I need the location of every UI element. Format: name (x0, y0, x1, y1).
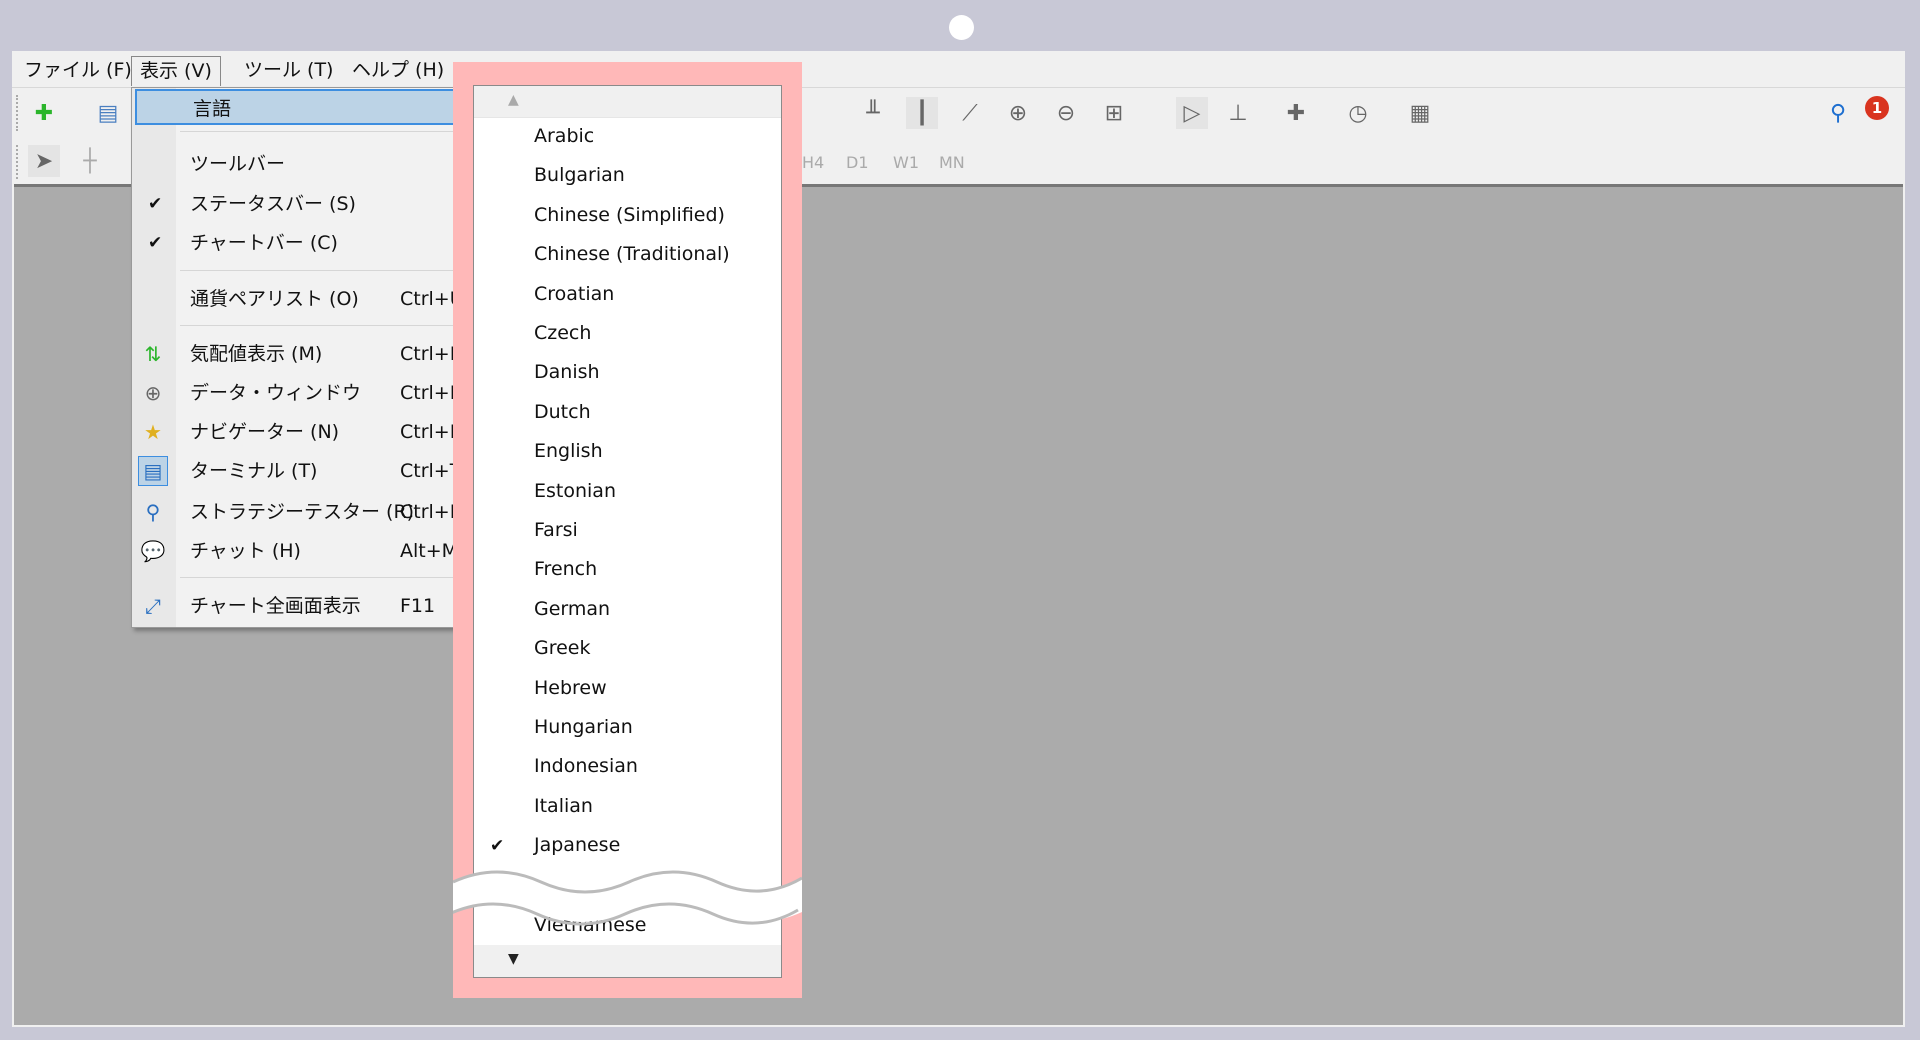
timeframe-mn[interactable]: MN (939, 153, 965, 172)
language-item-japanese[interactable]: Japanese (534, 834, 620, 856)
menu-item-fullscreen[interactable]: ⤢ チャート全画面表示 F11 (132, 588, 462, 624)
checkmark-icon: ✔ (490, 836, 505, 857)
camera-dot (949, 15, 974, 40)
language-item-italian[interactable]: Italian (534, 795, 593, 817)
search-icon[interactable]: ⚲ (1822, 97, 1854, 129)
language-item-dutch[interactable]: Dutch (534, 401, 591, 423)
menu-bar: ファイル (F) 表示 (V) ツール (T) ヘルプ (H) (12, 51, 1905, 88)
menu-item-data-window[interactable]: ⊕ データ・ウィンドウ Ctrl+D (132, 375, 465, 411)
toolbar-grip[interactable] (16, 145, 20, 179)
fullscreen-icon: ⤢ (145, 594, 161, 618)
navigator-star-icon: ★ (144, 420, 162, 444)
list-truncation-wave (453, 870, 802, 926)
indicators-icon[interactable]: ✚ (1280, 97, 1312, 129)
language-item-chinese-simplified[interactable]: Chinese (Simplified) (534, 204, 725, 226)
language-submenu: ▲ Arabic Bulgarian Chinese (Simplified) Chi… (473, 85, 782, 978)
checkmark-icon: ✔ (148, 194, 163, 214)
chat-icon: 💬 (140, 539, 166, 563)
zoom-out-icon[interactable]: ⊖ (1050, 97, 1082, 129)
scroll-down-button[interactable]: ▼ (474, 945, 781, 977)
arrow-up-icon: ▲ (508, 92, 519, 108)
language-item-french[interactable]: French (534, 558, 597, 580)
menu-file[interactable]: ファイル (F) (16, 56, 140, 86)
menu-item-navigator[interactable]: ★ ナビゲーター (N) Ctrl+N (132, 414, 464, 450)
new-chart-icon[interactable]: ✚ (28, 97, 60, 129)
menu-item-chart-bar[interactable]: ✔ チャートバー (C) (132, 225, 462, 261)
language-item-indonesian[interactable]: Indonesian (534, 755, 638, 777)
periods-clock-icon[interactable]: ◷ (1342, 97, 1374, 129)
timeframe-h4[interactable]: H4 (802, 153, 824, 172)
timeframe-w1[interactable]: W1 (893, 153, 919, 172)
zoom-in-icon[interactable]: ⊕ (1002, 97, 1034, 129)
crosshair-tool-icon[interactable]: ┼ (74, 145, 106, 177)
notification-badge[interactable]: 1 (1865, 96, 1889, 120)
tile-windows-icon[interactable]: ⊞ (1098, 97, 1130, 129)
language-item-bulgarian[interactable]: Bulgarian (534, 164, 625, 186)
language-item-croatian[interactable]: Croatian (534, 283, 614, 305)
terminal-icon: ▤ (138, 456, 168, 486)
market-watch-icon: ⇅ (144, 342, 162, 366)
crosshair-icon: ⊕ (144, 381, 162, 405)
candlestick-icon[interactable]: ┃ (906, 97, 938, 129)
language-item-german[interactable]: German (534, 598, 610, 620)
menu-view[interactable]: 表示 (V) (131, 56, 221, 86)
menu-tools[interactable]: ツール (T) (236, 56, 341, 86)
auto-scroll-icon[interactable]: ▷ (1176, 97, 1208, 129)
menu-item-strategy-tester[interactable]: ⚲ ストラテジーテスター (R) Ctrl+R (132, 494, 463, 530)
arrow-down-icon: ▼ (508, 951, 519, 967)
timeframe-d1[interactable]: D1 (846, 153, 869, 172)
language-item-english[interactable]: English (534, 440, 603, 462)
bar-chart-icon[interactable]: ╨ (857, 97, 889, 129)
toolbar-grip[interactable] (16, 95, 20, 131)
strategy-tester-icon: ⚲ (145, 500, 161, 524)
menu-help[interactable]: ヘルプ (H) (344, 56, 452, 86)
chart-shift-icon[interactable]: ⊥ (1222, 97, 1254, 129)
language-item-arabic[interactable]: Arabic (534, 125, 594, 147)
language-item-chinese-traditional[interactable]: Chinese (Traditional) (534, 243, 730, 265)
language-item-czech[interactable]: Czech (534, 322, 591, 344)
view-menu-dropdown: 言語 ツールバー ✔ ステータスバー (S) ✔ チャートバー (C) 通貨ペアリス… (131, 87, 475, 628)
language-item-danish[interactable]: Danish (534, 361, 600, 383)
cursor-arrow-icon[interactable]: ➤ (28, 145, 60, 177)
language-item-greek[interactable]: Greek (534, 637, 591, 659)
language-item-hungarian[interactable]: Hungarian (534, 716, 633, 738)
language-item-farsi[interactable]: Farsi (534, 519, 578, 541)
language-submenu-callout: ▲ Arabic Bulgarian Chinese (Simplified) Chi… (453, 62, 802, 998)
menu-item-chat[interactable]: 💬 チャット (H) Alt+M (132, 533, 462, 569)
menu-item-status-bar[interactable]: ✔ ステータスバー (S) (132, 186, 462, 222)
language-item-hebrew[interactable]: Hebrew (534, 677, 607, 699)
scroll-up-button[interactable]: ▲ (474, 86, 781, 118)
menu-item-symbols[interactable]: 通貨ペアリスト (O) Ctrl+U (132, 281, 464, 317)
checkmark-icon: ✔ (148, 233, 163, 253)
language-item-estonian[interactable]: Estonian (534, 480, 616, 502)
menu-item-market-watch[interactable]: ⇅ 気配値表示 (M) Ctrl+M (132, 336, 467, 372)
menu-item-terminal[interactable]: ▤ ターミナル (T) Ctrl+T (132, 453, 462, 489)
templates-icon[interactable]: ▦ (1404, 97, 1436, 129)
profiles-icon[interactable]: ▤ (92, 97, 124, 129)
line-chart-icon[interactable]: ⟋ (954, 97, 986, 129)
menu-item-language[interactable]: 言語 (135, 89, 475, 125)
menu-item-toolbar[interactable]: ツールバー (132, 146, 462, 182)
